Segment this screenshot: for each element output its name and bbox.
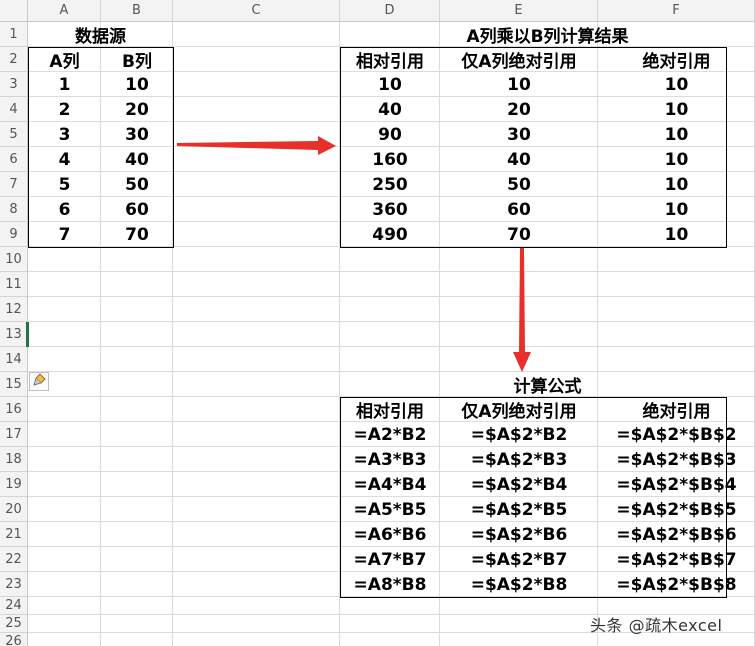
watermark: 头条 @疏木excel — [590, 616, 723, 635]
spreadsheet: A B C D E F 1 2 3 4 5 6 7 8 9 10 11 12 13 14 15 16 17 18 19 20 21 2… — [0, 0, 755, 646]
paste-options-button[interactable] — [29, 372, 49, 391]
paintbrush-icon — [32, 372, 46, 391]
down-arrow — [513, 248, 531, 372]
right-arrow — [177, 136, 336, 155]
annotation-arrows — [177, 136, 531, 372]
